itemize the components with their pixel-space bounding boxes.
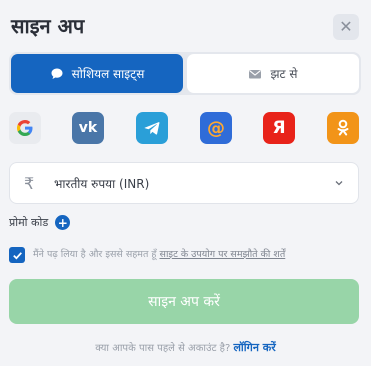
mail-login-button[interactable]: @ xyxy=(200,112,232,144)
consent-text-wrap: मैंने पढ़ लिया है और इससे सहमत हूँ साइट … xyxy=(33,246,285,264)
terms-link[interactable]: साइट के उपयोग पर समझौते की शर्तें xyxy=(160,249,286,260)
promo-code-row[interactable]: प्रोमो कोड + xyxy=(9,215,71,230)
close-icon: ✕ xyxy=(339,17,353,36)
envelope-icon xyxy=(249,69,262,78)
consent-text: मैंने पढ़ लिया है और इससे सहमत हूँ xyxy=(33,249,157,260)
tab-label: सोशियल साइट्स xyxy=(71,67,145,81)
tab-social-sites[interactable]: सोशियल साइट्स xyxy=(11,54,183,93)
login-link[interactable]: लॉगिन करें xyxy=(233,341,275,354)
login-prompt: क्या आपके पास पहले से अकाउंट है? लॉगिन क… xyxy=(0,340,371,355)
vk-icon: vk xyxy=(78,120,98,136)
telegram-icon xyxy=(144,122,160,135)
terms-consent: मैंने पढ़ लिया है और इससे सहमत हूँ साइट … xyxy=(9,246,361,264)
close-button[interactable]: ✕ xyxy=(333,14,359,40)
terms-checkbox[interactable] xyxy=(9,247,25,263)
yandex-login-button[interactable]: Я xyxy=(263,112,295,144)
signup-button[interactable]: साइन अप करें xyxy=(9,279,359,324)
signup-method-tabs: सोशियल साइट्स झट से xyxy=(9,52,361,95)
tab-label: झट से xyxy=(270,67,298,81)
chat-bubble-icon xyxy=(51,68,63,79)
chevron-down-icon xyxy=(335,181,343,186)
rupee-icon: ₹ xyxy=(24,173,35,193)
tab-quick[interactable]: झट से xyxy=(187,54,359,93)
telegram-login-button[interactable] xyxy=(136,112,168,144)
checkmark-icon xyxy=(12,251,22,260)
google-login-button[interactable] xyxy=(9,112,41,144)
google-icon xyxy=(17,120,33,136)
page-title: साइन अप xyxy=(11,14,85,38)
yandex-icon: Я xyxy=(272,118,286,138)
add-promo-icon[interactable]: + xyxy=(55,215,71,230)
mail-at-icon: @ xyxy=(207,117,225,139)
login-question: क्या आपके पास पहले से अकाउंट है? xyxy=(95,343,231,354)
promo-code-label: प्रोमो कोड xyxy=(9,216,49,229)
odnoklassniki-icon xyxy=(337,119,349,136)
social-login-row: vk @ Я xyxy=(9,112,361,146)
currency-label: भारतीय रुपया (INR) xyxy=(54,176,150,191)
odnoklassniki-login-button[interactable] xyxy=(327,112,359,144)
vk-login-button[interactable]: vk xyxy=(72,112,104,144)
currency-select[interactable]: ₹ भारतीय रुपया (INR) xyxy=(9,162,359,204)
